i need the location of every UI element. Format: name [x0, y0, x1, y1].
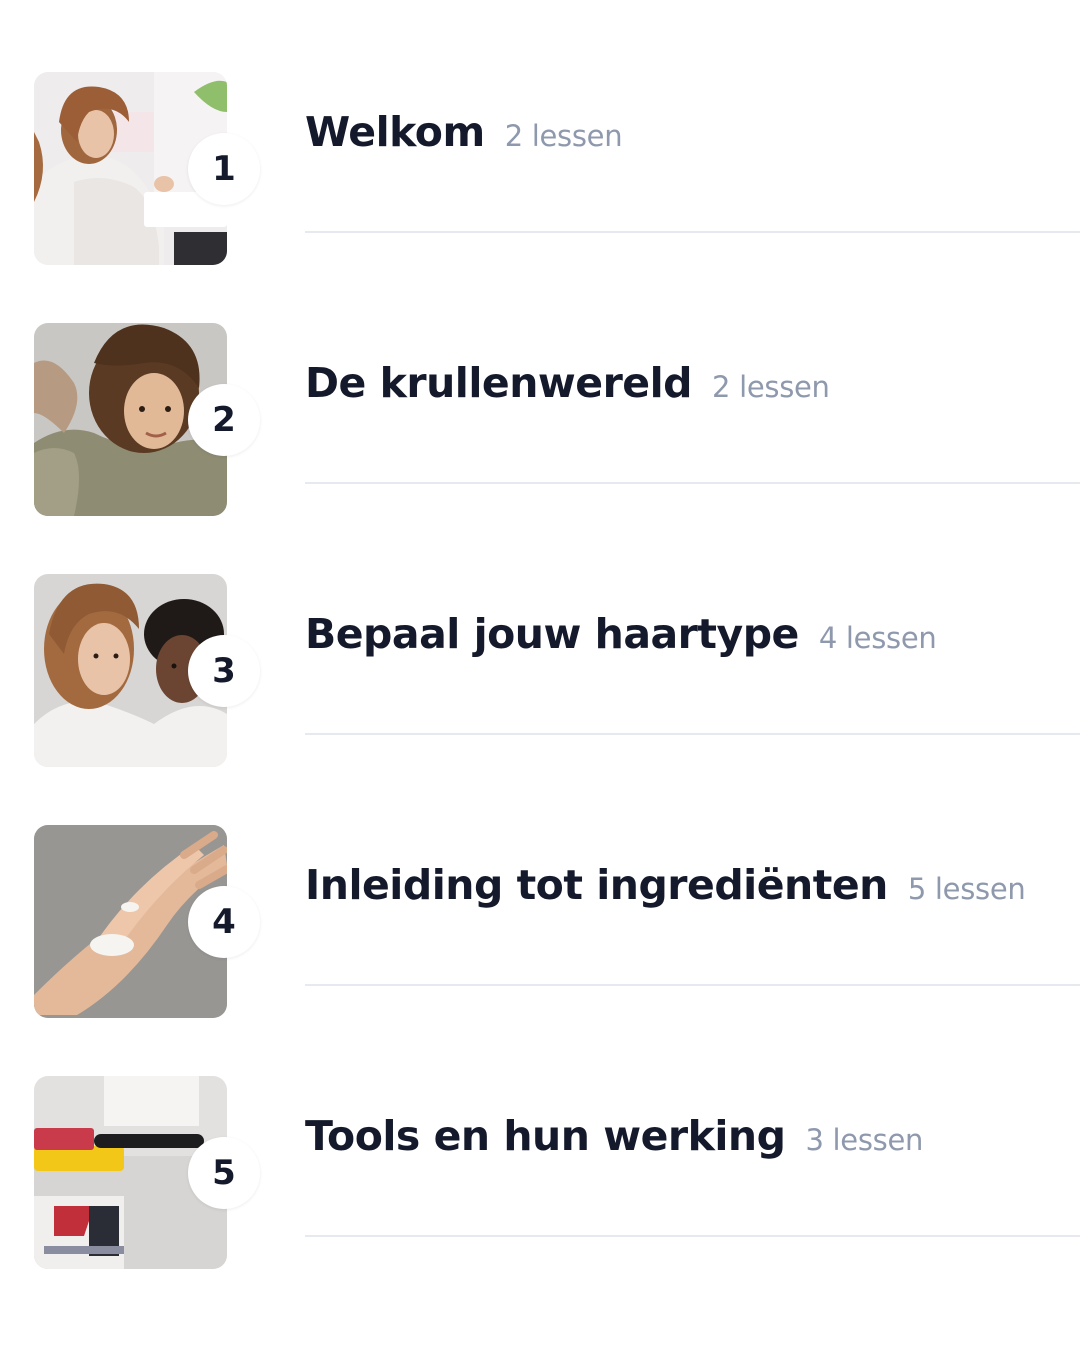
module-1-text: Welkom 2 lessen [305, 108, 623, 168]
lesson-count: 4 lessen [818, 621, 937, 655]
row-divider [305, 482, 1080, 484]
row-divider [305, 984, 1080, 986]
module-3-text: Bepaal jouw haartype 4 lessen [305, 610, 937, 670]
lesson-count: 2 lessen [504, 119, 623, 153]
module-2-thumbnail-wrap: 2 [34, 323, 260, 516]
module-title[interactable]: Tools en hun werking [305, 1112, 786, 1160]
module-row-1[interactable]: 1 Welkom 2 lessen [0, 0, 1080, 265]
module-number-badge: 1 [188, 133, 260, 205]
lesson-count: 3 lessen [805, 1123, 924, 1157]
row-divider [305, 1235, 1080, 1237]
module-3-thumbnail-wrap: 3 [34, 574, 260, 767]
module-row-3[interactable]: 3 Bepaal jouw haartype 4 lessen [0, 502, 1080, 767]
module-title[interactable]: Bepaal jouw haartype [305, 610, 799, 658]
module-5-text: Tools en hun werking 3 lessen [305, 1112, 923, 1172]
module-1-thumbnail-wrap: 1 [34, 72, 260, 265]
module-title[interactable]: De krullenwereld [305, 359, 693, 407]
module-row-2[interactable]: 2 De krullenwereld 2 lessen [0, 251, 1080, 516]
lesson-count: 5 lessen [907, 872, 1026, 906]
module-4-thumbnail-wrap: 4 [34, 825, 260, 1018]
module-row-4[interactable]: 4 Inleiding tot ingrediënten 5 lessen [0, 753, 1080, 1018]
module-title[interactable]: Inleiding tot ingrediënten [305, 861, 888, 909]
module-row-5[interactable]: 5 Tools en hun werking 3 lessen [0, 1004, 1080, 1269]
module-5-thumbnail-wrap: 5 [34, 1076, 260, 1269]
lesson-count: 2 lessen [712, 370, 830, 404]
module-title[interactable]: Welkom [305, 108, 485, 156]
module-number-badge: 3 [188, 635, 260, 707]
module-2-text: De krullenwereld 2 lessen [305, 359, 830, 419]
module-list: 1 Welkom 2 lessen 2 De krullenwereld 2 l… [0, 0, 1080, 1350]
module-4-text: Inleiding tot ingrediënten 5 lessen [305, 861, 1026, 921]
row-divider [305, 733, 1080, 735]
module-number-badge: 5 [188, 1137, 260, 1209]
module-number-badge: 4 [188, 886, 260, 958]
module-number-badge: 2 [188, 384, 260, 456]
row-divider [305, 231, 1080, 233]
